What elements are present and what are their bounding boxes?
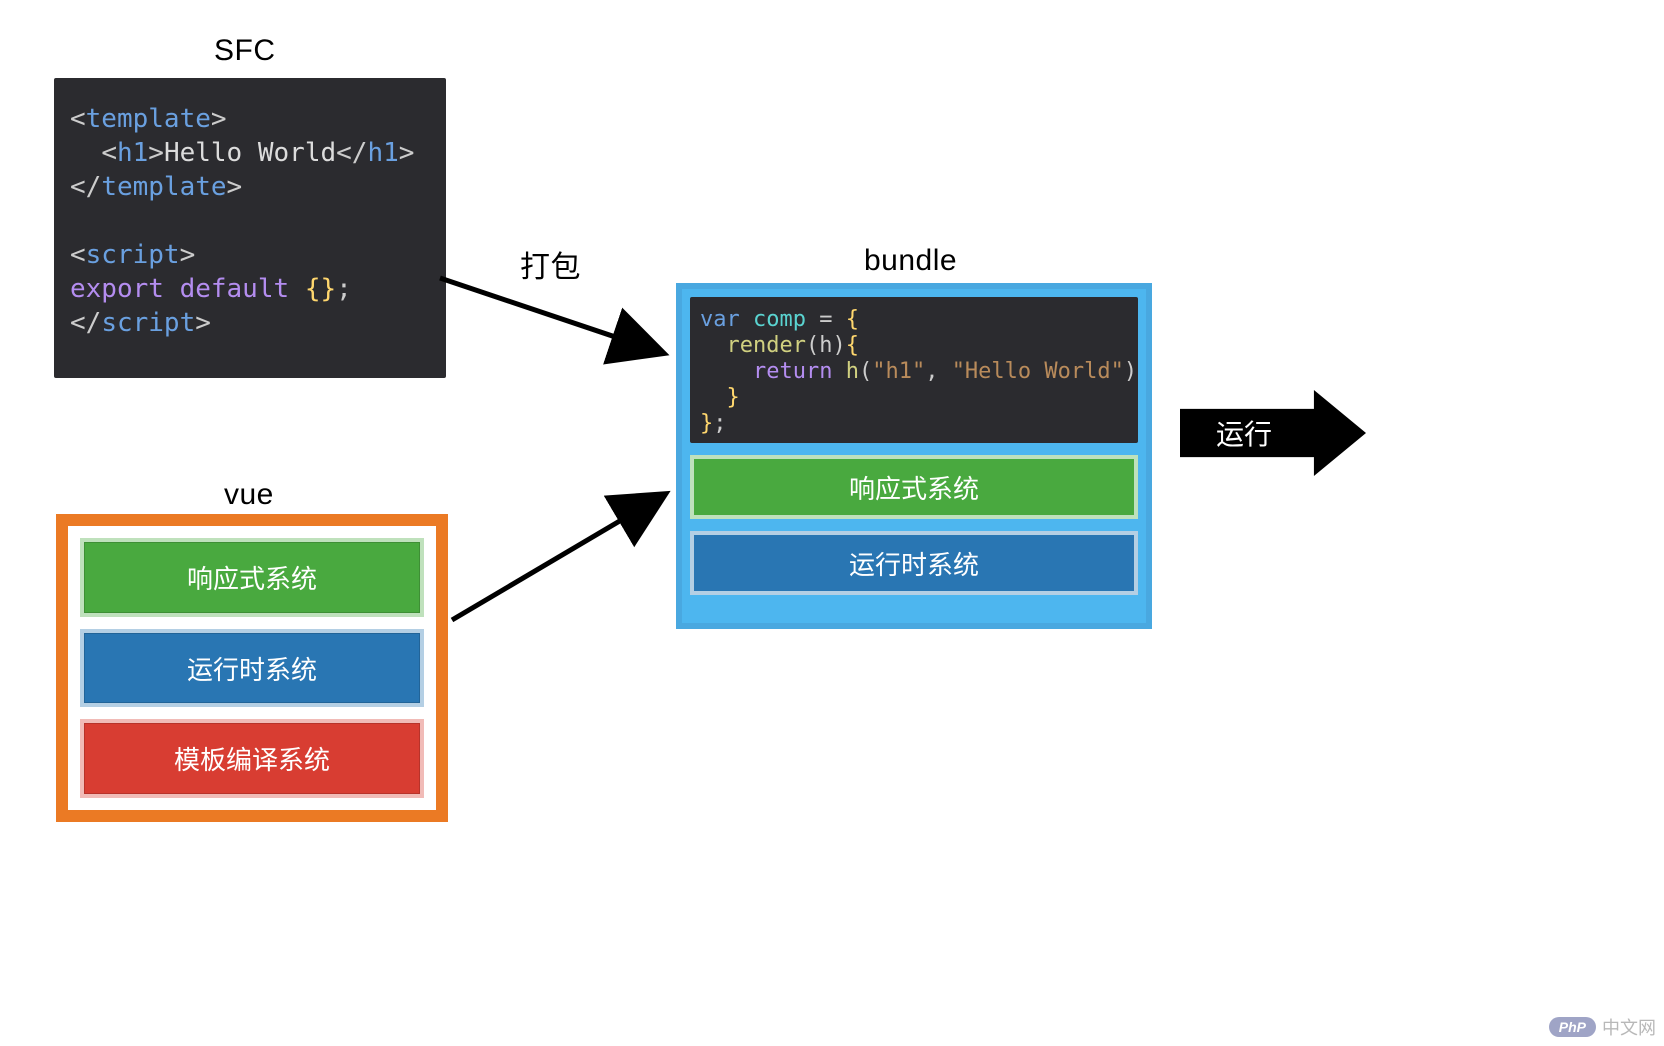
- tok: >: [148, 138, 164, 168]
- tok: ;: [336, 274, 352, 304]
- bundle-box: var comp = { render(h){ return h("h1", "…: [676, 283, 1152, 629]
- tok: return: [753, 359, 846, 384]
- bundle-reactive-system: 响应式系统: [690, 455, 1138, 519]
- tok: {}: [305, 274, 336, 304]
- vue-title: vue: [224, 478, 274, 512]
- bundle-code-block: var comp = { render(h){ return h("h1", "…: [690, 297, 1138, 443]
- tok: [700, 385, 727, 410]
- tok: [700, 333, 727, 358]
- tok: script: [101, 308, 195, 338]
- tok: }: [700, 411, 713, 436]
- arrow-vue-to-bundle: [440, 480, 680, 640]
- bundle-title: bundle: [864, 244, 957, 278]
- tok: >: [195, 308, 211, 338]
- tok: ): [1124, 359, 1137, 384]
- tok: >: [399, 138, 415, 168]
- tok: >: [180, 240, 196, 270]
- tok: template: [86, 104, 211, 134]
- tok: script: [86, 240, 180, 270]
- tok: h: [846, 359, 859, 384]
- bundle-runtime-system: 运行时系统: [690, 531, 1138, 595]
- vue-runtime-system: 运行时系统: [80, 629, 424, 708]
- arrow-sfc-to-bundle: [430, 260, 690, 370]
- tok: template: [101, 172, 226, 202]
- tok: <: [70, 104, 86, 134]
- tok: </: [70, 308, 101, 338]
- tok: ,: [925, 359, 952, 384]
- tok: var: [700, 307, 753, 332]
- tok: Hello World: [164, 138, 336, 168]
- vue-compiler-system: 模板编译系统: [80, 719, 424, 798]
- tok: export default: [70, 274, 305, 304]
- tok: h: [819, 333, 832, 358]
- vue-stack-box: 响应式系统 运行时系统 模板编译系统: [56, 514, 448, 822]
- tok: </: [70, 172, 101, 202]
- run-arrow-label: 运行: [1216, 413, 1272, 453]
- tok: h1: [367, 138, 398, 168]
- tok: [700, 359, 753, 384]
- php-badge: PhP: [1549, 1017, 1596, 1037]
- tok: (: [859, 359, 872, 384]
- tok: <: [101, 138, 117, 168]
- run-arrow: 运行: [1180, 390, 1366, 476]
- tok: {: [846, 307, 859, 332]
- watermark-text: 中文网: [1602, 1014, 1656, 1040]
- tok: }: [727, 385, 740, 410]
- tok: ;: [713, 411, 726, 436]
- tok: </: [336, 138, 367, 168]
- tok: "Hello World": [952, 359, 1124, 384]
- vue-reactive-system: 响应式系统: [80, 538, 424, 617]
- tok: <: [70, 240, 86, 270]
- sfc-title: SFC: [214, 34, 276, 68]
- tok: render: [727, 333, 806, 358]
- tok: (: [806, 333, 819, 358]
- tok: comp: [753, 307, 806, 332]
- tok: h1: [117, 138, 148, 168]
- tok: "h1": [872, 359, 925, 384]
- tok: ): [832, 333, 845, 358]
- tok: >: [227, 172, 243, 202]
- tok: {: [846, 333, 859, 358]
- tok: =: [806, 307, 846, 332]
- sfc-code-block: <template> <h1>Hello World</h1> </templa…: [54, 78, 446, 378]
- watermark: PhP 中文网: [1549, 1014, 1656, 1040]
- tok: >: [211, 104, 227, 134]
